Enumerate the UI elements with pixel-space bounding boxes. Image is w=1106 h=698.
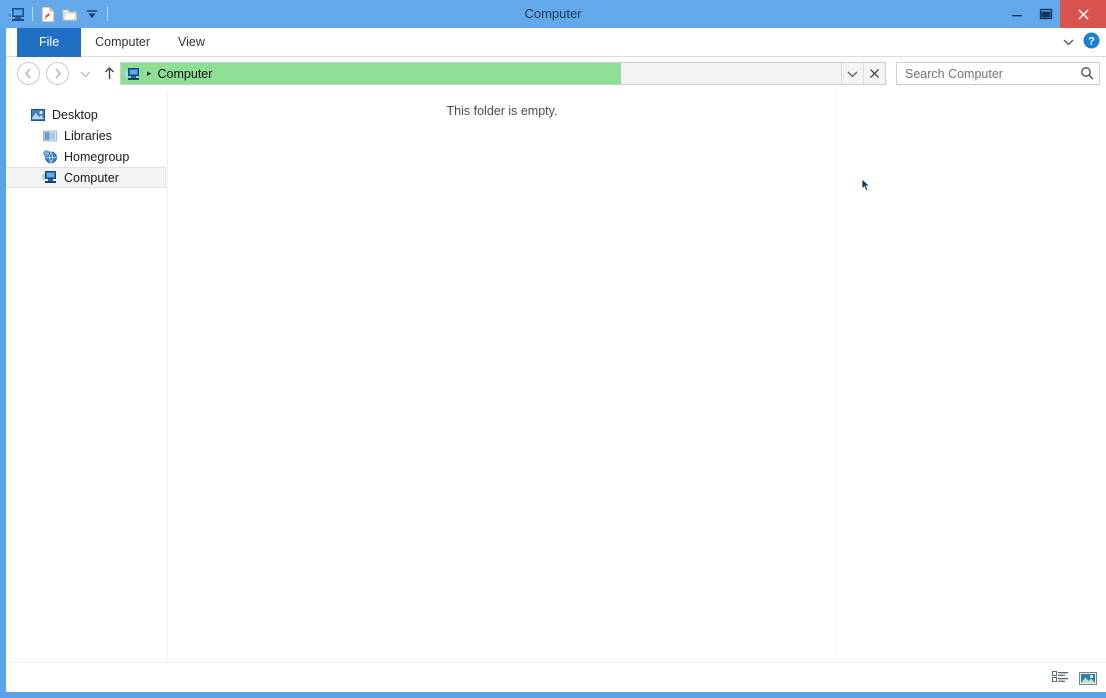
- forward-button[interactable]: [46, 62, 69, 85]
- sidebar-item-label: Computer: [64, 170, 119, 185]
- chevron-down-icon[interactable]: [1062, 34, 1075, 52]
- window-controls: [1002, 0, 1106, 28]
- properties-icon[interactable]: [37, 3, 59, 25]
- details-pane: [836, 90, 1106, 692]
- breadcrumb[interactable]: ▸ Computer: [121, 63, 621, 84]
- computer-icon: [125, 66, 141, 82]
- maximize-button[interactable]: [1031, 0, 1060, 28]
- title-bar[interactable]: Computer: [0, 0, 1106, 28]
- qat-separator-2: [107, 7, 108, 21]
- status-bar: [6, 662, 1106, 692]
- new-folder-icon[interactable]: [59, 3, 81, 25]
- tab-view[interactable]: View: [164, 28, 219, 57]
- ribbon-tabs: File Computer View: [17, 28, 219, 57]
- details-view-icon[interactable]: [1050, 668, 1070, 688]
- window-border-bottom: [0, 692, 1106, 698]
- sidebar-item-desktop[interactable]: Desktop: [6, 104, 167, 125]
- cursor-icon: [861, 178, 872, 192]
- sidebar-item-label: Homegroup: [64, 149, 130, 164]
- up-button[interactable]: [98, 62, 120, 85]
- breadcrumb-separator: ▸: [147, 68, 152, 78]
- address-bar[interactable]: ▸ Computer: [120, 62, 886, 85]
- explorer-window: Computer File Computer View ? ▸ Computer…: [0, 0, 1106, 698]
- sidebar-item-libraries[interactable]: Libraries: [6, 125, 167, 146]
- sidebar-item-label: Desktop: [52, 107, 98, 122]
- close-button[interactable]: [1060, 0, 1106, 28]
- computer-icon[interactable]: [6, 3, 28, 25]
- empty-folder-message: This folder is empty.: [446, 104, 558, 118]
- sidebar-item-label: Libraries: [64, 128, 112, 143]
- qat-separator-1: [32, 7, 33, 21]
- large-icons-view-icon[interactable]: [1078, 668, 1098, 688]
- desktop-icon: [30, 107, 46, 123]
- navigation-pane: Desktop Libraries Homegroup Computer: [5, 90, 168, 692]
- recent-locations-button[interactable]: [76, 62, 94, 85]
- quick-access-toolbar: [6, 2, 112, 26]
- libraries-icon: [42, 128, 58, 144]
- address-bar-empty-area[interactable]: [621, 63, 841, 84]
- back-button[interactable]: [17, 62, 40, 85]
- refresh-stop-button[interactable]: [863, 63, 885, 84]
- client-area: Desktop Libraries Homegroup Computer Thi…: [5, 90, 1106, 692]
- window-title: Computer: [524, 6, 582, 21]
- navigation-toolbar: ▸ Computer: [6, 57, 1106, 90]
- minimize-button[interactable]: [1002, 0, 1031, 28]
- search-input[interactable]: [897, 66, 1075, 81]
- help-icon[interactable]: ?: [1083, 32, 1100, 54]
- svg-text:?: ?: [1088, 35, 1095, 47]
- computer-icon: [42, 170, 58, 186]
- view-toggle-group: [1050, 668, 1098, 688]
- sidebar-item-homegroup[interactable]: Homegroup: [6, 146, 167, 167]
- ribbon-tab-strip: File Computer View ?: [0, 28, 1106, 57]
- search-icon[interactable]: [1075, 66, 1099, 81]
- tab-file[interactable]: File: [17, 28, 82, 57]
- window-border-left: [0, 28, 6, 698]
- customize-qat-icon[interactable]: [81, 3, 103, 25]
- ribbon-right-controls: ?: [1062, 28, 1100, 57]
- breadcrumb-item-computer[interactable]: Computer: [158, 67, 213, 81]
- tab-computer[interactable]: Computer: [81, 28, 164, 57]
- homegroup-icon: [42, 149, 58, 165]
- sidebar-item-computer[interactable]: Computer: [5, 167, 166, 188]
- search-box[interactable]: [896, 62, 1100, 85]
- address-history-dropdown[interactable]: [841, 63, 863, 84]
- file-list-pane[interactable]: This folder is empty.: [169, 90, 835, 692]
